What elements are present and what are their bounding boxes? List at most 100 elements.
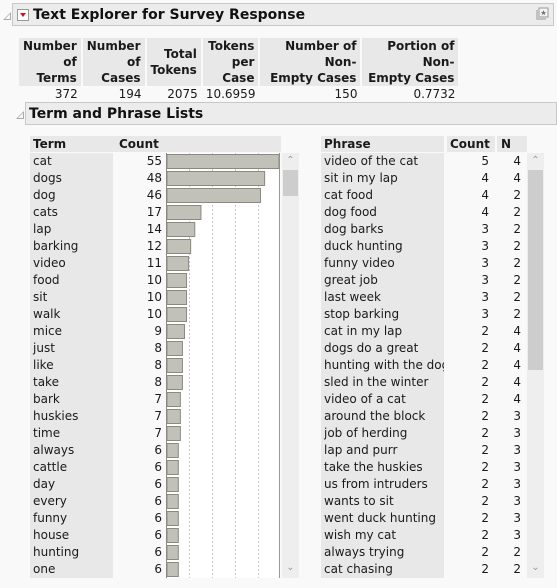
- phrase-cell[interactable]: lap and purr: [324, 442, 444, 459]
- term-row[interactable]: funny 6: [30, 510, 166, 527]
- count-column-header[interactable]: Count: [116, 136, 167, 152]
- term-row[interactable]: cattle 6: [30, 459, 166, 476]
- phrase-row[interactable]: dog food 4 2: [321, 204, 527, 221]
- term-cell[interactable]: funny: [33, 510, 113, 527]
- phrase-row[interactable]: dogs do a great 2 4: [321, 340, 527, 357]
- phrase-cell[interactable]: sit in my lap: [324, 170, 444, 187]
- term-row[interactable]: mice 9: [30, 323, 166, 340]
- phrase-cell[interactable]: dog food: [324, 204, 444, 221]
- phrase-cell[interactable]: cat food: [324, 187, 444, 204]
- term-row[interactable]: just 8: [30, 340, 166, 357]
- phrase-cell[interactable]: cat chasing: [324, 561, 444, 578]
- phrase-cell[interactable]: cat in my lap: [324, 323, 444, 340]
- phrase-cell[interactable]: video of the cat: [324, 153, 444, 170]
- phrase-row[interactable]: always trying 2 2: [321, 544, 527, 561]
- phrase-cell[interactable]: dog barks: [324, 221, 444, 238]
- term-cell[interactable]: sit: [33, 289, 113, 306]
- term-column-header[interactable]: Term: [30, 136, 116, 152]
- term-cell[interactable]: cat: [33, 153, 113, 170]
- term-cell[interactable]: walk: [33, 306, 113, 323]
- phrase-scroll-up-icon[interactable]: ⌃: [528, 155, 543, 166]
- phrase-row[interactable]: cat food 4 2: [321, 187, 527, 204]
- term-row[interactable]: cat 55: [30, 153, 166, 170]
- term-cell[interactable]: food: [33, 272, 113, 289]
- phrase-cell[interactable]: last week: [324, 289, 444, 306]
- phrase-cell[interactable]: around the block: [324, 408, 444, 425]
- phrase-row[interactable]: lap and purr 2 3: [321, 442, 527, 459]
- term-row[interactable]: bark 7: [30, 391, 166, 408]
- phrase-row[interactable]: cat in my lap 2 4: [321, 323, 527, 340]
- term-row[interactable]: every 6: [30, 493, 166, 510]
- term-cell[interactable]: take: [33, 374, 113, 391]
- pin-icon[interactable]: [536, 7, 549, 20]
- phrase-scroll-down-icon[interactable]: ⌄: [528, 562, 543, 573]
- term-row[interactable]: always 6: [30, 442, 166, 459]
- phrase-cell[interactable]: take the huskies: [324, 459, 444, 476]
- phrase-row[interactable]: video of a cat 2 4: [321, 391, 527, 408]
- term-cell[interactable]: hunting: [33, 544, 113, 561]
- phrase-cell[interactable]: always trying: [324, 544, 444, 561]
- phrase-n-column-header[interactable]: N: [497, 136, 527, 152]
- term-row[interactable]: take 8: [30, 374, 166, 391]
- term-cell[interactable]: every: [33, 493, 113, 510]
- term-cell[interactable]: huskies: [33, 408, 113, 425]
- term-row[interactable]: sit 10: [30, 289, 166, 306]
- term-row[interactable]: dogs 48: [30, 170, 166, 187]
- term-cell[interactable]: cattle: [33, 459, 113, 476]
- phrase-row[interactable]: around the block 2 3: [321, 408, 527, 425]
- term-row[interactable]: like 8: [30, 357, 166, 374]
- term-row[interactable]: walk 10: [30, 306, 166, 323]
- phrase-cell[interactable]: hunting with the dogs: [324, 357, 444, 374]
- term-cell[interactable]: day: [33, 476, 113, 493]
- term-cell[interactable]: time: [33, 425, 113, 442]
- phrase-scrollbar-thumb[interactable]: [528, 170, 543, 370]
- term-row[interactable]: barking 12: [30, 238, 166, 255]
- term-scroll-up-icon[interactable]: ⌃: [283, 155, 298, 166]
- phrase-cell[interactable]: great job: [324, 272, 444, 289]
- phrase-row[interactable]: dog barks 3 2: [321, 221, 527, 238]
- collapse-toggle-icon[interactable]: [3, 12, 11, 20]
- term-scrollbar[interactable]: [282, 153, 299, 578]
- term-row[interactable]: cats 17: [30, 204, 166, 221]
- phrase-row[interactable]: video of the cat 5 4: [321, 153, 527, 170]
- phrase-row[interactable]: duck hunting 3 2: [321, 238, 527, 255]
- phrase-row[interactable]: stop barking 3 2: [321, 306, 527, 323]
- phrase-cell[interactable]: stop barking: [324, 306, 444, 323]
- term-row[interactable]: one 6: [30, 561, 166, 578]
- phrase-cell[interactable]: wish my cat: [324, 527, 444, 544]
- phrase-row[interactable]: hunting with the dogs 2 4: [321, 357, 527, 374]
- phrase-row[interactable]: us from intruders 2 3: [321, 476, 527, 493]
- term-row[interactable]: house 6: [30, 527, 166, 544]
- term-cell[interactable]: dogs: [33, 170, 113, 187]
- phrase-cell[interactable]: duck hunting: [324, 238, 444, 255]
- term-row[interactable]: huskies 7: [30, 408, 166, 425]
- term-row[interactable]: dog 46: [30, 187, 166, 204]
- phrase-row[interactable]: wish my cat 2 3: [321, 527, 527, 544]
- phrase-cell[interactable]: us from intruders: [324, 476, 444, 493]
- phrase-row[interactable]: great job 3 2: [321, 272, 527, 289]
- term-cell[interactable]: bark: [33, 391, 113, 408]
- phrase-row[interactable]: cat chasing 2 2: [321, 561, 527, 578]
- phrase-row[interactable]: take the huskies 2 3: [321, 459, 527, 476]
- phrase-cell[interactable]: job of herding: [324, 425, 444, 442]
- term-row[interactable]: lap 14: [30, 221, 166, 238]
- phrase-row[interactable]: funny video 3 2: [321, 255, 527, 272]
- term-cell[interactable]: mice: [33, 323, 113, 340]
- term-row[interactable]: hunting 6: [30, 544, 166, 561]
- term-cell[interactable]: always: [33, 442, 113, 459]
- term-scrollbar-thumb[interactable]: [283, 170, 298, 196]
- phrase-row[interactable]: wants to sit 2 3: [321, 493, 527, 510]
- collapse-lists-icon[interactable]: [16, 111, 24, 119]
- term-row[interactable]: day 6: [30, 476, 166, 493]
- phrase-cell[interactable]: video of a cat: [324, 391, 444, 408]
- term-cell[interactable]: one: [33, 561, 113, 578]
- term-cell[interactable]: house: [33, 527, 113, 544]
- term-cell[interactable]: cats: [33, 204, 113, 221]
- phrase-cell[interactable]: dogs do a great: [324, 340, 444, 357]
- term-row[interactable]: video 11: [30, 255, 166, 272]
- phrase-column-header[interactable]: Phrase: [321, 136, 444, 152]
- term-row[interactable]: time 7: [30, 425, 166, 442]
- term-cell[interactable]: dog: [33, 187, 113, 204]
- phrase-count-column-header[interactable]: Count: [447, 136, 495, 152]
- phrase-cell[interactable]: sled in the winter: [324, 374, 444, 391]
